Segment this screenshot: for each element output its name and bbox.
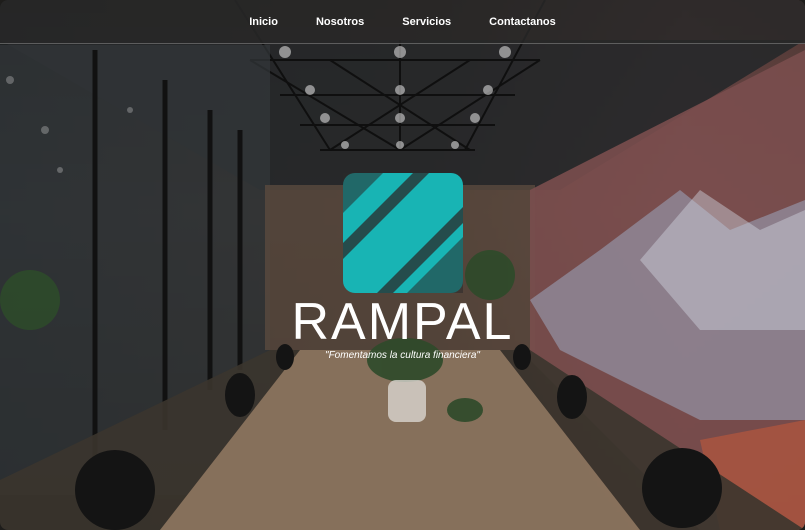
nav-link-nosotros[interactable]: Nosotros bbox=[316, 16, 364, 28]
brand-name: RAMPAL bbox=[291, 293, 514, 351]
nav-link-servicios[interactable]: Servicios bbox=[402, 16, 451, 28]
hero-logo: RAMPAL "Fomentamos la cultura financiera… bbox=[0, 173, 805, 361]
nav-link-contactanos[interactable]: Contactanos bbox=[489, 16, 556, 28]
brand-tagline: "Fomentamos la cultura financiera" bbox=[325, 350, 480, 361]
rampal-logo-icon bbox=[342, 173, 463, 293]
nav-link-inicio[interactable]: Inicio bbox=[249, 16, 278, 28]
top-navbar: Inicio Nosotros Servicios Contactanos bbox=[0, 0, 805, 44]
page: Inicio Nosotros Servicios Contactanos RA… bbox=[0, 0, 805, 530]
